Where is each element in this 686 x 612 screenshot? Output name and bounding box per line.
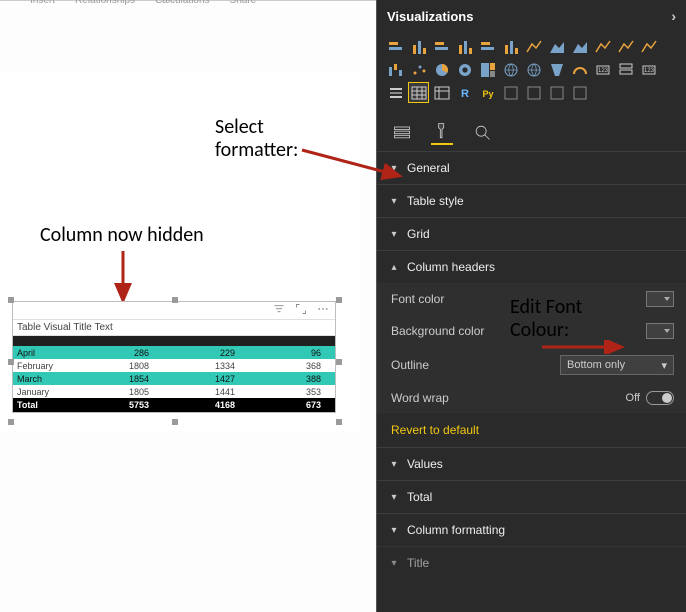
word-wrap-state: Off: [626, 392, 640, 404]
section-column-formatting[interactable]: ▾Column formatting: [377, 513, 686, 546]
table-row[interactable]: April 286 229 96: [13, 346, 335, 359]
resize-handle[interactable]: [336, 419, 342, 425]
viz-scatter-icon[interactable]: [408, 59, 429, 80]
table-total-row: Total 5753 4168 673: [13, 398, 335, 412]
resize-handle[interactable]: [172, 419, 178, 425]
viz-area-icon[interactable]: [546, 36, 567, 57]
focus-mode-icon[interactable]: [295, 302, 307, 320]
visual-header: [13, 302, 335, 320]
table-visual[interactable]: Table Visual Title Text April 286 229 96…: [12, 301, 336, 413]
section-total[interactable]: ▾Total: [377, 480, 686, 513]
arrow-to-format-tab: [300, 146, 410, 186]
chevron-down-icon: ▾: [661, 359, 667, 372]
format-tabstrip: [377, 113, 686, 151]
arrow-to-font-color: [540, 340, 630, 354]
viz-kpi-icon[interactable]: 123: [638, 59, 659, 80]
viz-store-icon[interactable]: [569, 82, 590, 103]
section-table-style[interactable]: ▾Table style: [377, 184, 686, 217]
section-general[interactable]: ▾General: [377, 151, 686, 184]
viz-multi-row-icon[interactable]: [615, 59, 636, 80]
svg-text:123: 123: [597, 68, 608, 74]
annotation-edit-font-colour: Edit Font Colour:: [510, 296, 582, 342]
table-row[interactable]: March 1854 1427 388: [13, 372, 335, 385]
filter-icon[interactable]: [273, 302, 285, 320]
resize-handle[interactable]: [172, 297, 178, 303]
tab-fields[interactable]: [391, 123, 413, 145]
viz-stacked-bar-icon[interactable]: [385, 36, 406, 57]
ribbon-tab-insert[interactable]: Insert: [30, 0, 55, 9]
viz-funnel-icon[interactable]: [546, 59, 567, 80]
collapse-pane-icon[interactable]: ›: [671, 8, 676, 24]
viz-donut-icon[interactable]: [454, 59, 475, 80]
viz-py-visual-icon[interactable]: Py: [477, 82, 498, 103]
viz-stacked-area-icon[interactable]: [569, 36, 590, 57]
viz-line-clustered-icon[interactable]: [592, 36, 613, 57]
annotation-column-hidden: Column now hidden: [40, 224, 204, 247]
viz-treemap-icon[interactable]: [477, 59, 498, 80]
format-options: ▾General ▾Table style ▾Grid ▴Column head…: [377, 151, 686, 612]
tab-analytics[interactable]: [471, 123, 493, 145]
viz-r-visual-icon[interactable]: R: [454, 82, 475, 103]
viz-key-influencers-icon[interactable]: [500, 82, 521, 103]
revert-to-default-link[interactable]: Revert to default: [377, 413, 686, 447]
viz-pie-icon[interactable]: [431, 59, 452, 80]
table-row[interactable]: February 1808 1334 368: [13, 359, 335, 372]
viz-gauge-icon[interactable]: [569, 59, 590, 80]
word-wrap-toggle[interactable]: [646, 391, 674, 405]
background-color-picker[interactable]: [646, 323, 674, 339]
tab-format[interactable]: [431, 123, 453, 145]
annotation-select-formatter: Select formatter:: [215, 116, 298, 162]
svg-text:Py: Py: [482, 89, 493, 99]
ribbon-tabs: Insert Relationships Calculations Share: [0, 0, 376, 9]
viz-filled-map-icon[interactable]: [523, 59, 544, 80]
outline-label: Outline: [391, 358, 429, 372]
viz-qa-icon[interactable]: [546, 82, 567, 103]
viz-line-stacked-icon[interactable]: [615, 36, 636, 57]
viz-clustered-column-icon[interactable]: [454, 36, 475, 57]
viz-ribbon-icon[interactable]: [638, 36, 659, 57]
viz-card-icon[interactable]: 123: [592, 59, 613, 80]
viz-decomposition-icon[interactable]: [523, 82, 544, 103]
font-color-label: Font color: [391, 292, 444, 306]
viz-slicer-icon[interactable]: [385, 82, 406, 103]
viz-clustered-bar-icon[interactable]: [431, 36, 452, 57]
ribbon-tab-share[interactable]: Share: [230, 0, 257, 9]
svg-text:123: 123: [643, 68, 654, 74]
table-body: April 286 229 96 February 1808 1334 368 …: [13, 346, 335, 398]
resize-handle[interactable]: [8, 359, 14, 365]
ribbon-tab-relationships[interactable]: Relationships: [75, 0, 135, 9]
viz-table-icon[interactable]: [408, 82, 429, 103]
viz-map-icon[interactable]: [500, 59, 521, 80]
ribbon-tab-calculations[interactable]: Calculations: [155, 0, 209, 9]
font-color-picker[interactable]: [646, 291, 674, 307]
viz-matrix-icon[interactable]: [431, 82, 452, 103]
viz-100-stacked-bar-icon[interactable]: [477, 36, 498, 57]
svg-text:R: R: [461, 88, 469, 100]
table-title: Table Visual Title Text: [13, 320, 335, 336]
resize-handle[interactable]: [336, 297, 342, 303]
section-title[interactable]: ▾Title: [377, 546, 686, 579]
section-values[interactable]: ▾Values: [377, 447, 686, 480]
pane-title: Visualizations: [387, 9, 473, 24]
viz-line-icon[interactable]: [523, 36, 544, 57]
resize-handle[interactable]: [336, 359, 342, 365]
resize-handle[interactable]: [8, 297, 14, 303]
table-row[interactable]: January 1805 1441 353: [13, 385, 335, 398]
arrow-to-hidden-column: [113, 249, 133, 309]
viz-waterfall-icon[interactable]: [385, 59, 406, 80]
section-column-headers[interactable]: ▴Column headers: [377, 250, 686, 283]
more-options-icon[interactable]: [317, 302, 329, 320]
report-canvas: Insert Relationships Calculations Share …: [0, 0, 376, 612]
viz-stacked-column-icon[interactable]: [408, 36, 429, 57]
viz-100-stacked-column-icon[interactable]: [500, 36, 521, 57]
outline-select[interactable]: Bottom only ▾: [560, 355, 674, 375]
resize-handle[interactable]: [8, 419, 14, 425]
viz-type-gallery: 123 123 R Py: [377, 32, 686, 113]
section-grid[interactable]: ▾Grid: [377, 217, 686, 250]
background-color-label: Background color: [391, 324, 484, 338]
table-column-header-row: [13, 336, 335, 346]
word-wrap-label: Word wrap: [391, 391, 449, 405]
